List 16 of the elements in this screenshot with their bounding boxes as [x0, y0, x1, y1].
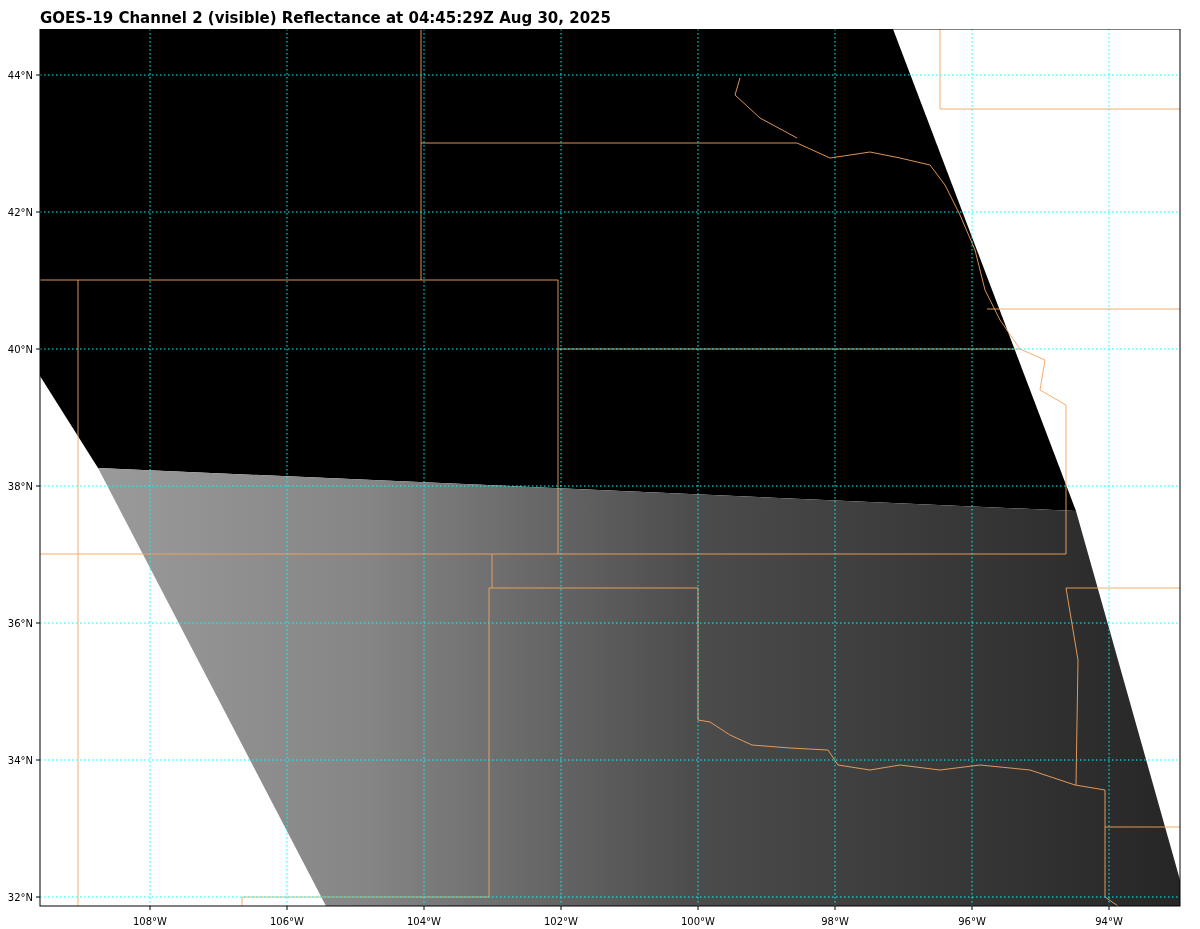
latitude-label: 38°N	[7, 481, 33, 492]
longitude-label: 108°W	[133, 916, 167, 927]
latitude-label: 34°N	[7, 755, 33, 766]
chart-title: GOES-19 Channel 2 (visible) Reflectance at 04:45:29Z Aug 30, 2025	[39, 8, 612, 29]
latitude-label: 40°N	[7, 344, 33, 355]
latitude-label: 36°N	[7, 618, 33, 629]
longitude-label: 98°W	[821, 916, 849, 927]
latitude-label: 42°N	[7, 207, 33, 218]
longitude-label: 106°W	[270, 916, 304, 927]
longitude-label: 94°W	[1095, 916, 1123, 927]
latitude-label: 44°N	[7, 70, 33, 81]
longitude-label: 100°W	[681, 916, 715, 927]
longitude-label: 104°W	[407, 916, 441, 927]
longitude-label: 102°W	[544, 916, 578, 927]
latitude-label: 32°N	[7, 892, 33, 903]
longitude-label: 96°W	[958, 916, 986, 927]
